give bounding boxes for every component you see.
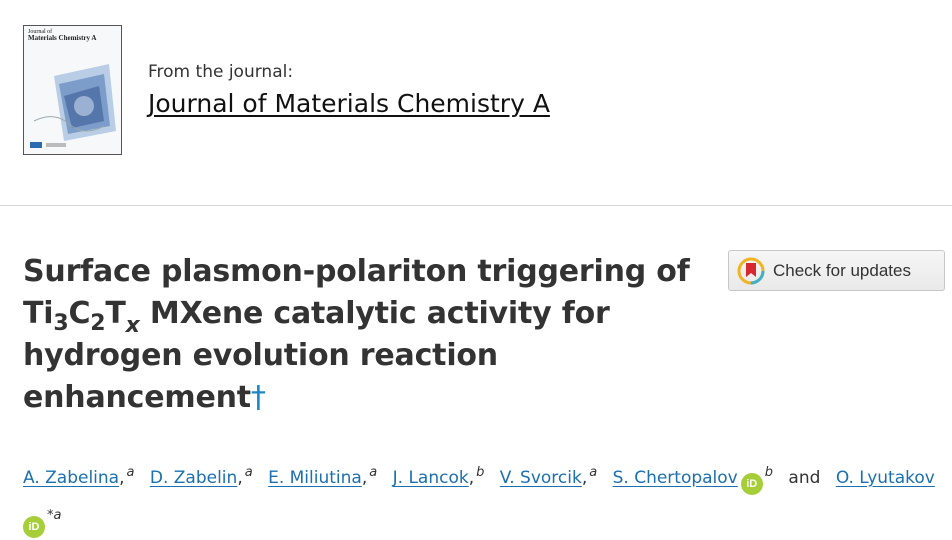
author-item: J. Lancok, b: [392, 465, 485, 488]
orcid-icon[interactable]: iD: [740, 473, 763, 495]
journal-header: Journal of Materials Chemistry A From th…: [0, 0, 952, 205]
footnote-dagger-link[interactable]: †: [251, 380, 266, 415]
check-for-updates-label: Check for updates: [773, 260, 911, 280]
author-link[interactable]: J. Lancok: [393, 468, 469, 488]
author-link[interactable]: O. Lyutakov: [836, 468, 935, 488]
cover-artwork: [30, 64, 116, 148]
check-for-updates-button[interactable]: Check for updates: [728, 250, 945, 291]
header-divider: [0, 205, 952, 206]
author-item: S. Chertopalov iDb: [613, 465, 783, 495]
author-item: E. Miliutina, a: [268, 465, 378, 488]
author-link[interactable]: E. Miliutina: [268, 468, 362, 488]
article-title: Surface plasmon-polariton triggering of …: [23, 254, 690, 415]
author-link[interactable]: V. Svorcik: [500, 468, 582, 488]
orcid-icon[interactable]: iD: [23, 516, 45, 538]
author-item: A. Zabelina, a: [23, 465, 135, 488]
and-separator: and: [788, 468, 821, 488]
author-list: A. Zabelina, a D. Zabelin, a E. Miliutina,…: [23, 454, 943, 540]
from-journal-label: From the journal:: [148, 62, 294, 82]
crossmark-icon: [737, 257, 765, 284]
author-link[interactable]: S. Chertopalov: [613, 468, 738, 488]
author-item: D. Zabelin, a: [149, 465, 253, 488]
journal-cover-image[interactable]: Journal of Materials Chemistry A: [23, 25, 122, 155]
author-link[interactable]: A. Zabelina: [23, 468, 119, 488]
journal-name-link[interactable]: Journal of Materials Chemistry A: [148, 89, 550, 118]
author-item: V. Svorcik, a: [499, 465, 598, 488]
author-link[interactable]: D. Zabelin: [150, 468, 237, 488]
